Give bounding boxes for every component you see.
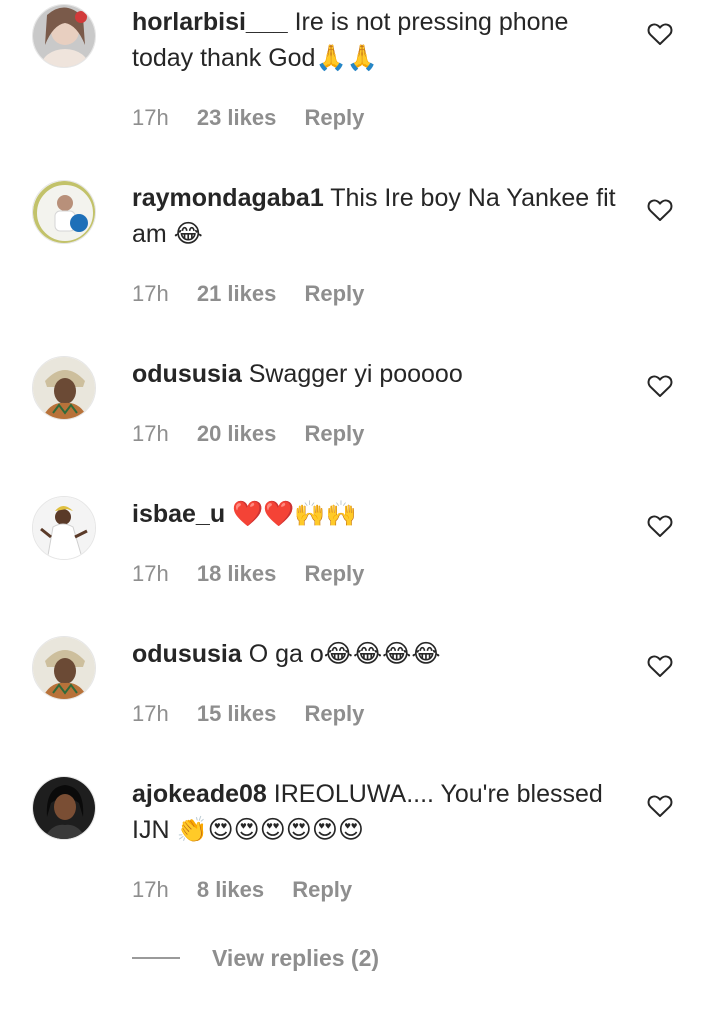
reply-button[interactable]: Reply — [304, 280, 364, 308]
comment-likes[interactable]: 21 likes — [197, 280, 277, 308]
like-heart-icon[interactable] — [647, 198, 673, 222]
comment-username[interactable]: isbae_u — [132, 500, 225, 528]
comment-likes[interactable]: 23 likes — [197, 104, 277, 132]
like-heart-icon[interactable] — [647, 794, 673, 818]
user-avatar[interactable] — [32, 356, 96, 420]
comment-text: ajokeade08 IREOLUWA.... You're blessed I… — [132, 776, 622, 848]
user-avatar[interactable] — [32, 496, 96, 560]
comment-meta: 17h 18 likes Reply — [132, 560, 364, 588]
comment-text: odususia Swagger yi pooooo — [132, 356, 622, 392]
like-heart-icon[interactable] — [647, 654, 673, 678]
comment-text: raymondagaba1 This Ire boy Na Yankee fit… — [132, 180, 622, 252]
comment-likes[interactable]: 18 likes — [197, 560, 277, 588]
view-replies-button[interactable]: View replies (2) — [132, 940, 379, 976]
view-replies-divider — [132, 957, 180, 959]
comment-body: O ga o😂😂😂😂 — [248, 640, 441, 668]
view-replies-label[interactable]: View replies (2) — [212, 945, 379, 972]
comment-likes[interactable]: 20 likes — [197, 420, 277, 448]
comment-time: 17h — [132, 105, 169, 130]
comment-body: ❤️❤️🙌🙌 — [232, 500, 357, 528]
comment-meta: 17h 20 likes Reply — [132, 420, 364, 448]
comment-meta: 17h 15 likes Reply — [132, 700, 364, 728]
comment-time: 17h — [132, 421, 169, 446]
comment-time: 17h — [132, 701, 169, 726]
comment-likes[interactable]: 8 likes — [197, 876, 264, 904]
comment-text: isbae_u ❤️❤️🙌🙌 — [132, 496, 622, 532]
reply-button[interactable]: Reply — [292, 876, 352, 904]
reply-button[interactable]: Reply — [304, 700, 364, 728]
comment-meta: 17h 21 likes Reply — [132, 280, 364, 308]
comment-username[interactable]: odususia — [132, 360, 242, 388]
comment-meta: 17h 8 likes Reply — [132, 876, 352, 904]
like-heart-icon[interactable] — [647, 22, 673, 46]
like-heart-icon[interactable] — [647, 514, 673, 538]
user-avatar[interactable] — [32, 180, 96, 244]
comment-time: 17h — [132, 877, 169, 902]
comment-username[interactable]: raymondagaba1 — [132, 184, 324, 212]
user-avatar[interactable] — [32, 636, 96, 700]
comment-time: 17h — [132, 561, 169, 586]
reply-button[interactable]: Reply — [304, 104, 364, 132]
comment-text: odususia O ga o😂😂😂😂 — [132, 636, 622, 672]
user-avatar[interactable] — [32, 4, 96, 68]
comment-text: horlarbisi___ Ire is not pressing phone … — [132, 4, 622, 76]
comment-username[interactable]: horlarbisi___ — [132, 8, 288, 36]
comment-time: 17h — [132, 281, 169, 306]
comment-meta: 17h 23 likes Reply — [132, 104, 364, 132]
comment-username[interactable]: ajokeade08 — [132, 780, 267, 808]
comment-likes[interactable]: 15 likes — [197, 700, 277, 728]
reply-button[interactable]: Reply — [304, 420, 364, 448]
reply-button[interactable]: Reply — [304, 560, 364, 588]
comment-body: Swagger yi pooooo — [248, 360, 463, 388]
user-avatar[interactable] — [32, 776, 96, 840]
like-heart-icon[interactable] — [647, 374, 673, 398]
comment-username[interactable]: odususia — [132, 640, 242, 668]
